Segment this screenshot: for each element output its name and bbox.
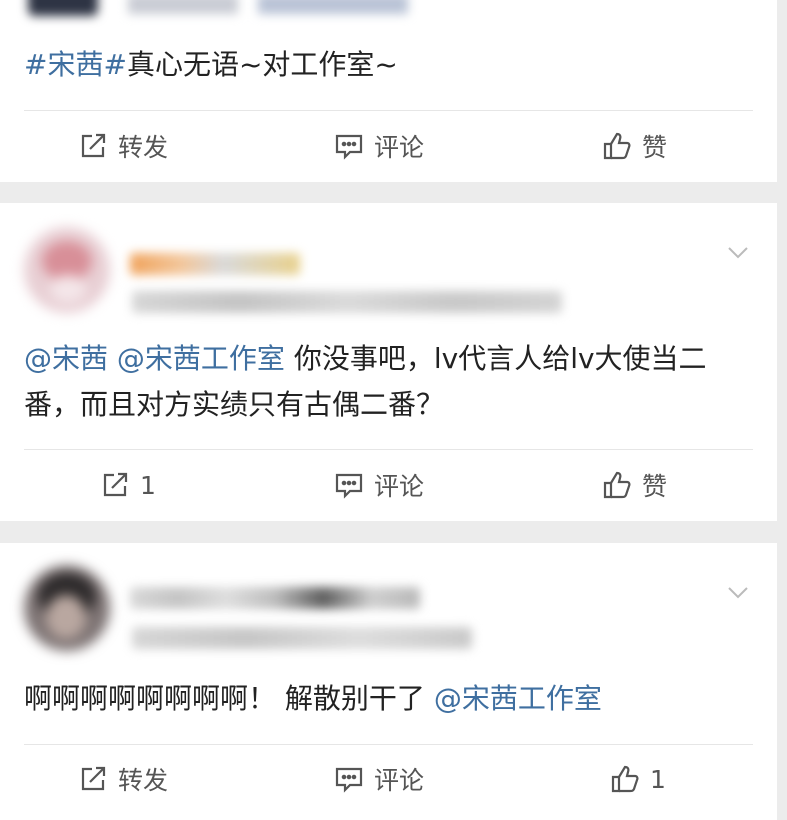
share-icon [81,133,106,158]
hashtag-link[interactable]: #宋茜# [24,48,127,81]
thumbs-up-icon [603,471,631,499]
action-bar: 转发 评论 1 [0,745,777,813]
post-text: 啊啊啊啊啊啊啊啊！ 解散别干了 @宋茜工作室 [24,676,717,722]
username[interactable] [130,587,420,609]
comment-icon [335,767,363,793]
repost-button[interactable]: 转发 [78,112,168,180]
comment-button[interactable]: 评论 [334,112,424,180]
post-text: @宋茜 @宋茜工作室 你没事吧，lv代言人给lv大使当二番，而且对方实绩只有古偶… [24,336,717,428]
comment-label: 评论 [374,766,425,795]
username[interactable] [130,253,300,275]
comment-button[interactable]: 评论 [334,745,424,813]
post-card: #宋茜#真心无语~对工作室~ 转发 评论 赞 [0,0,777,182]
comment-label: 评论 [374,133,425,162]
repost-button[interactable]: 1 [100,451,156,519]
post-meta [132,627,472,649]
avatar[interactable] [24,227,110,313]
mention-link[interactable]: @宋茜工作室 [117,342,285,375]
thumbs-up-icon [611,765,639,793]
like-button[interactable]: 赞 [602,112,667,180]
like-count: 1 [650,764,666,794]
post-card: 啊啊啊啊啊啊啊啊！ 解散别干了 @宋茜工作室 转发 评论 1 [0,543,777,820]
mention-link[interactable]: @宋茜 [24,342,108,375]
post-text: #宋茜#真心无语~对工作室~ [24,42,717,88]
post-body-text: 啊啊啊啊啊啊啊啊！ 解散别干了 [24,682,434,715]
post-meta [132,291,562,313]
repost-label: 转发 [118,133,169,162]
divider [24,110,753,111]
share-icon [103,472,128,497]
like-label: 赞 [642,133,668,162]
avatar[interactable] [24,565,110,651]
comment-icon [335,473,363,499]
like-button[interactable]: 赞 [602,451,667,519]
like-label: 赞 [642,472,668,501]
share-icon [81,766,106,791]
divider [24,449,753,450]
repost-count: 1 [140,470,156,500]
repost-label: 转发 [118,766,169,795]
weibo-feed: #宋茜#真心无语~对工作室~ 转发 评论 赞 @宋茜 @宋茜工作室 你没事吧，l… [0,0,787,820]
comment-button[interactable]: 评论 [334,451,424,519]
chevron-down-icon[interactable] [725,579,751,605]
thumbs-up-icon [603,132,631,160]
comment-label: 评论 [374,472,425,501]
blurred-header [28,0,408,22]
post-body-text: 真心无语~对工作室~ [126,48,398,81]
like-button[interactable]: 1 [610,745,666,813]
action-bar: 转发 评论 赞 [0,112,777,180]
action-bar: 1 评论 赞 [0,451,777,519]
post-card: @宋茜 @宋茜工作室 你没事吧，lv代言人给lv大使当二番，而且对方实绩只有古偶… [0,203,777,521]
chevron-down-icon[interactable] [725,239,751,265]
post-body-text [108,342,117,375]
mention-link[interactable]: @宋茜工作室 [434,682,602,715]
comment-icon [335,134,363,160]
repost-button[interactable]: 转发 [78,745,168,813]
